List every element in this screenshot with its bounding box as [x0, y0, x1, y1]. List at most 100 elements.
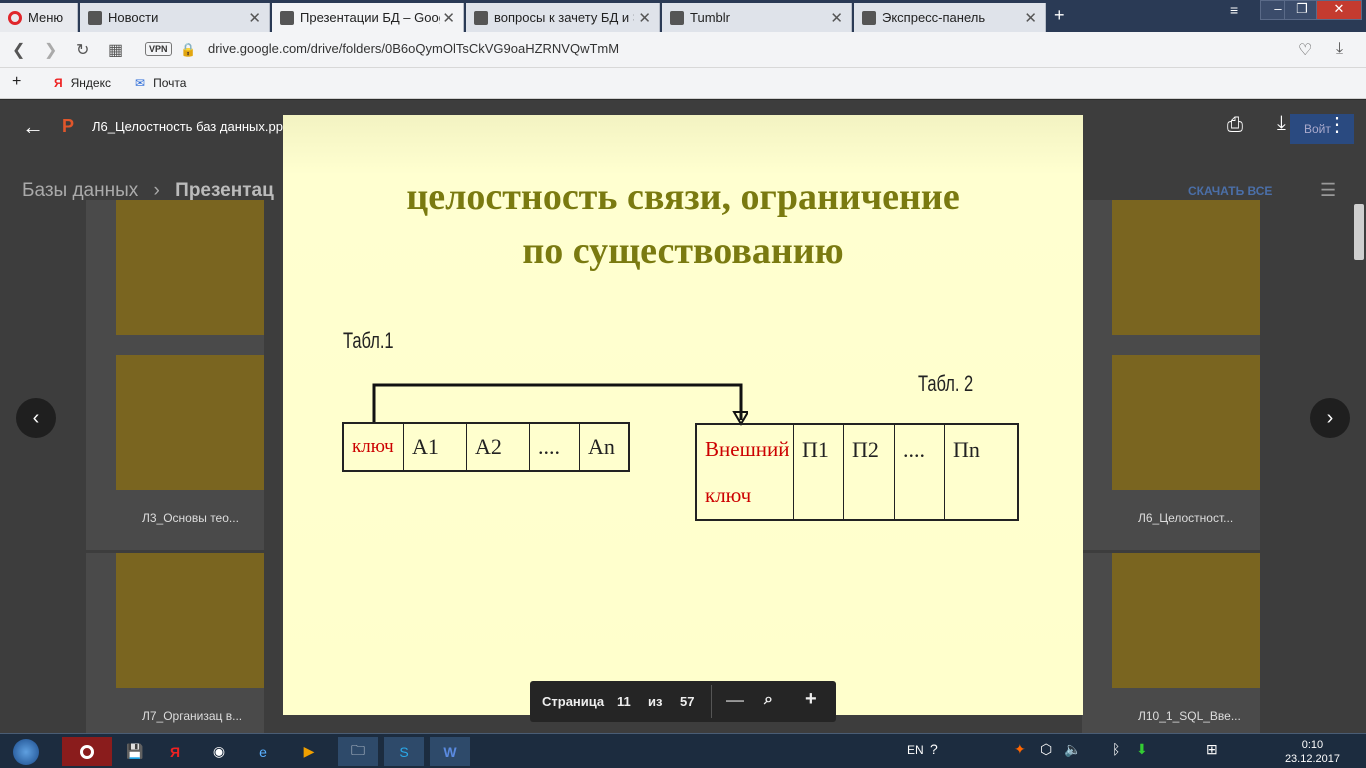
bookmark-yandex[interactable]: Я Яндекс: [54, 76, 111, 90]
bookmarks-bar: + Я Яндекс ✉ Почта: [0, 68, 1366, 99]
next-file-button[interactable]: ›: [1310, 398, 1350, 438]
help-icon[interactable]: ?: [930, 741, 938, 757]
close-tab-icon[interactable]: ✕: [248, 9, 261, 27]
skype-icon[interactable]: S: [384, 737, 424, 766]
close-viewer-icon[interactable]: ←: [22, 114, 44, 140]
ppt-file-icon: P: [62, 116, 75, 136]
table1: ключ A1 A2 .... An: [342, 422, 630, 472]
tray-app-icon[interactable]: ✦: [1014, 741, 1026, 758]
scrollbar-thumb[interactable]: [1354, 204, 1364, 260]
opera-menu-button[interactable]: Меню: [0, 3, 78, 32]
zoom-icon[interactable]: ⌕: [764, 691, 773, 709]
close-window-button[interactable]: ✕: [1316, 0, 1362, 20]
table2-label: Табл. 2: [918, 371, 974, 396]
file-card[interactable]: ▣ Л10_1_SQL_Вве...: [1082, 553, 1260, 733]
file-card[interactable]: P Л7_Организац в...: [86, 553, 264, 733]
incognito-icon: [862, 10, 876, 25]
breadcrumb-item[interactable]: Базы данных: [22, 180, 138, 201]
browser-tab-strip: Меню Новости ✕ Презентации БД – Google ✕…: [0, 0, 1366, 32]
bookmark-mail[interactable]: ✉ Почта: [135, 76, 186, 90]
download-icon[interactable]: ⤓: [1336, 40, 1343, 58]
windows-taskbar: 💾 Я ◉ e ▶ 🗀 S W EN ? ✦ ⬡ 🔈 ᛒ ⬇ ⊞ 0:10 23…: [0, 733, 1366, 768]
tab-express-panel[interactable]: Экспресс-панель ✕: [854, 3, 1046, 32]
table1-label: Табл.1: [343, 328, 394, 353]
download-all-button[interactable]: СКАЧАТЬ ВСЕ: [1188, 184, 1272, 198]
reload-icon[interactable]: ↻: [76, 40, 89, 60]
close-tab-icon[interactable]: ✕: [1024, 9, 1037, 27]
menu-label: Меню: [28, 10, 64, 25]
file-thumbnail: [116, 355, 264, 490]
dropbox-icon[interactable]: ⬡: [1040, 741, 1052, 758]
media-player-icon[interactable]: ▶: [290, 737, 328, 766]
close-tab-icon[interactable]: ✕: [830, 9, 843, 27]
back-icon[interactable]: ❮: [12, 40, 25, 60]
mail-icon: ✉: [135, 76, 146, 90]
incognito-icon: [88, 10, 102, 25]
file-card[interactable]: ▣ Л3_Основы тео...: [86, 355, 264, 550]
bluetooth-icon[interactable]: ᛒ: [1112, 741, 1120, 757]
address-bar-row: ❮ ❯ ↻ ▦ VPN 🔒 drive.google.com/drive/fol…: [0, 32, 1366, 68]
page-number[interactable]: 11: [617, 694, 631, 709]
attribute-cell: П2: [844, 425, 895, 519]
more-options-icon[interactable]: ⋮: [1327, 112, 1347, 137]
attribute-cell: ....: [530, 424, 580, 470]
chrome-icon[interactable]: ◉: [200, 737, 238, 766]
add-bookmark-icon[interactable]: +: [12, 73, 21, 91]
attribute-cell: Пn: [953, 437, 980, 462]
network-icon[interactable]: ⊞: [1206, 741, 1218, 758]
tab-news[interactable]: Новости ✕: [80, 3, 270, 32]
tab-tumblr[interactable]: Tumblr ✕: [662, 3, 852, 32]
explorer-icon[interactable]: 🗀: [338, 737, 378, 766]
print-icon[interactable]: ⎙: [1227, 114, 1243, 137]
file-card[interactable]: P Л6_Целостност...: [1082, 355, 1260, 550]
file-thumbnail: [1112, 355, 1260, 490]
list-view-icon[interactable]: ☰: [1320, 180, 1336, 201]
incognito-icon: [474, 10, 488, 25]
page-label: Страница: [542, 694, 605, 709]
tab-menu-icon[interactable]: ≡: [1230, 2, 1238, 18]
tab-questions[interactable]: вопросы к зачету БД и ЭС ✕: [466, 3, 660, 32]
slide: целостность связи, ограничение по сущест…: [283, 115, 1083, 715]
file-name: Л3_Основы тео...: [86, 495, 264, 550]
file-thumbnail: [1112, 200, 1260, 335]
slide-title: целостность связи, ограничение по сущест…: [283, 170, 1083, 278]
clock-time: 0:10: [1301, 739, 1324, 751]
maximize-button[interactable]: ❐: [1284, 0, 1320, 20]
opera-logo-icon: [8, 10, 22, 25]
clock-date: 23.12.2017: [1284, 753, 1340, 765]
divider: [711, 685, 712, 718]
clock[interactable]: 0:10 23.12.2017: [1285, 738, 1340, 766]
close-tab-icon[interactable]: ✕: [638, 9, 651, 27]
url-field[interactable]: drive.google.com/drive/folders/0B6oQymOl…: [208, 41, 619, 56]
yandex-browser-icon[interactable]: Я: [156, 737, 194, 766]
tabs-grid-icon[interactable]: ▦: [108, 40, 123, 60]
ie-icon[interactable]: e: [244, 737, 282, 766]
file-thumbnail: [116, 553, 264, 688]
download-manager-icon[interactable]: ⬇: [1136, 741, 1148, 758]
page-navigator: Страница 11 из 57 — ⌕ +: [530, 681, 836, 722]
breadcrumb-current: Презентац: [175, 180, 274, 201]
language-indicator[interactable]: EN: [907, 743, 924, 757]
zoom-out-icon[interactable]: —: [726, 690, 744, 711]
file-thumbnail: [1112, 553, 1260, 688]
save-icon[interactable]: 💾: [116, 737, 154, 766]
heart-icon[interactable]: ♡: [1298, 40, 1312, 60]
incognito-icon: [670, 10, 684, 25]
file-thumbnail: [116, 200, 264, 335]
opera-taskbar-icon[interactable]: [62, 737, 112, 766]
volume-icon[interactable]: 🔈: [1064, 741, 1081, 758]
word-icon[interactable]: W: [430, 737, 470, 766]
download-icon[interactable]: ⤓: [1277, 112, 1286, 135]
tab-presentations[interactable]: Презентации БД – Google ✕: [272, 3, 464, 32]
incognito-icon: [280, 10, 294, 25]
new-tab-button[interactable]: +: [1054, 5, 1065, 26]
key-cell: ключ: [344, 424, 404, 470]
previous-file-button[interactable]: ‹: [16, 398, 56, 438]
forward-icon[interactable]: ❯: [44, 40, 57, 60]
vpn-badge[interactable]: VPN: [145, 42, 172, 56]
zoom-in-icon[interactable]: +: [805, 688, 817, 711]
close-tab-icon[interactable]: ✕: [442, 9, 455, 27]
start-button[interactable]: [6, 737, 46, 766]
attribute-cell: A1: [404, 424, 467, 470]
page-of: из: [648, 694, 663, 709]
